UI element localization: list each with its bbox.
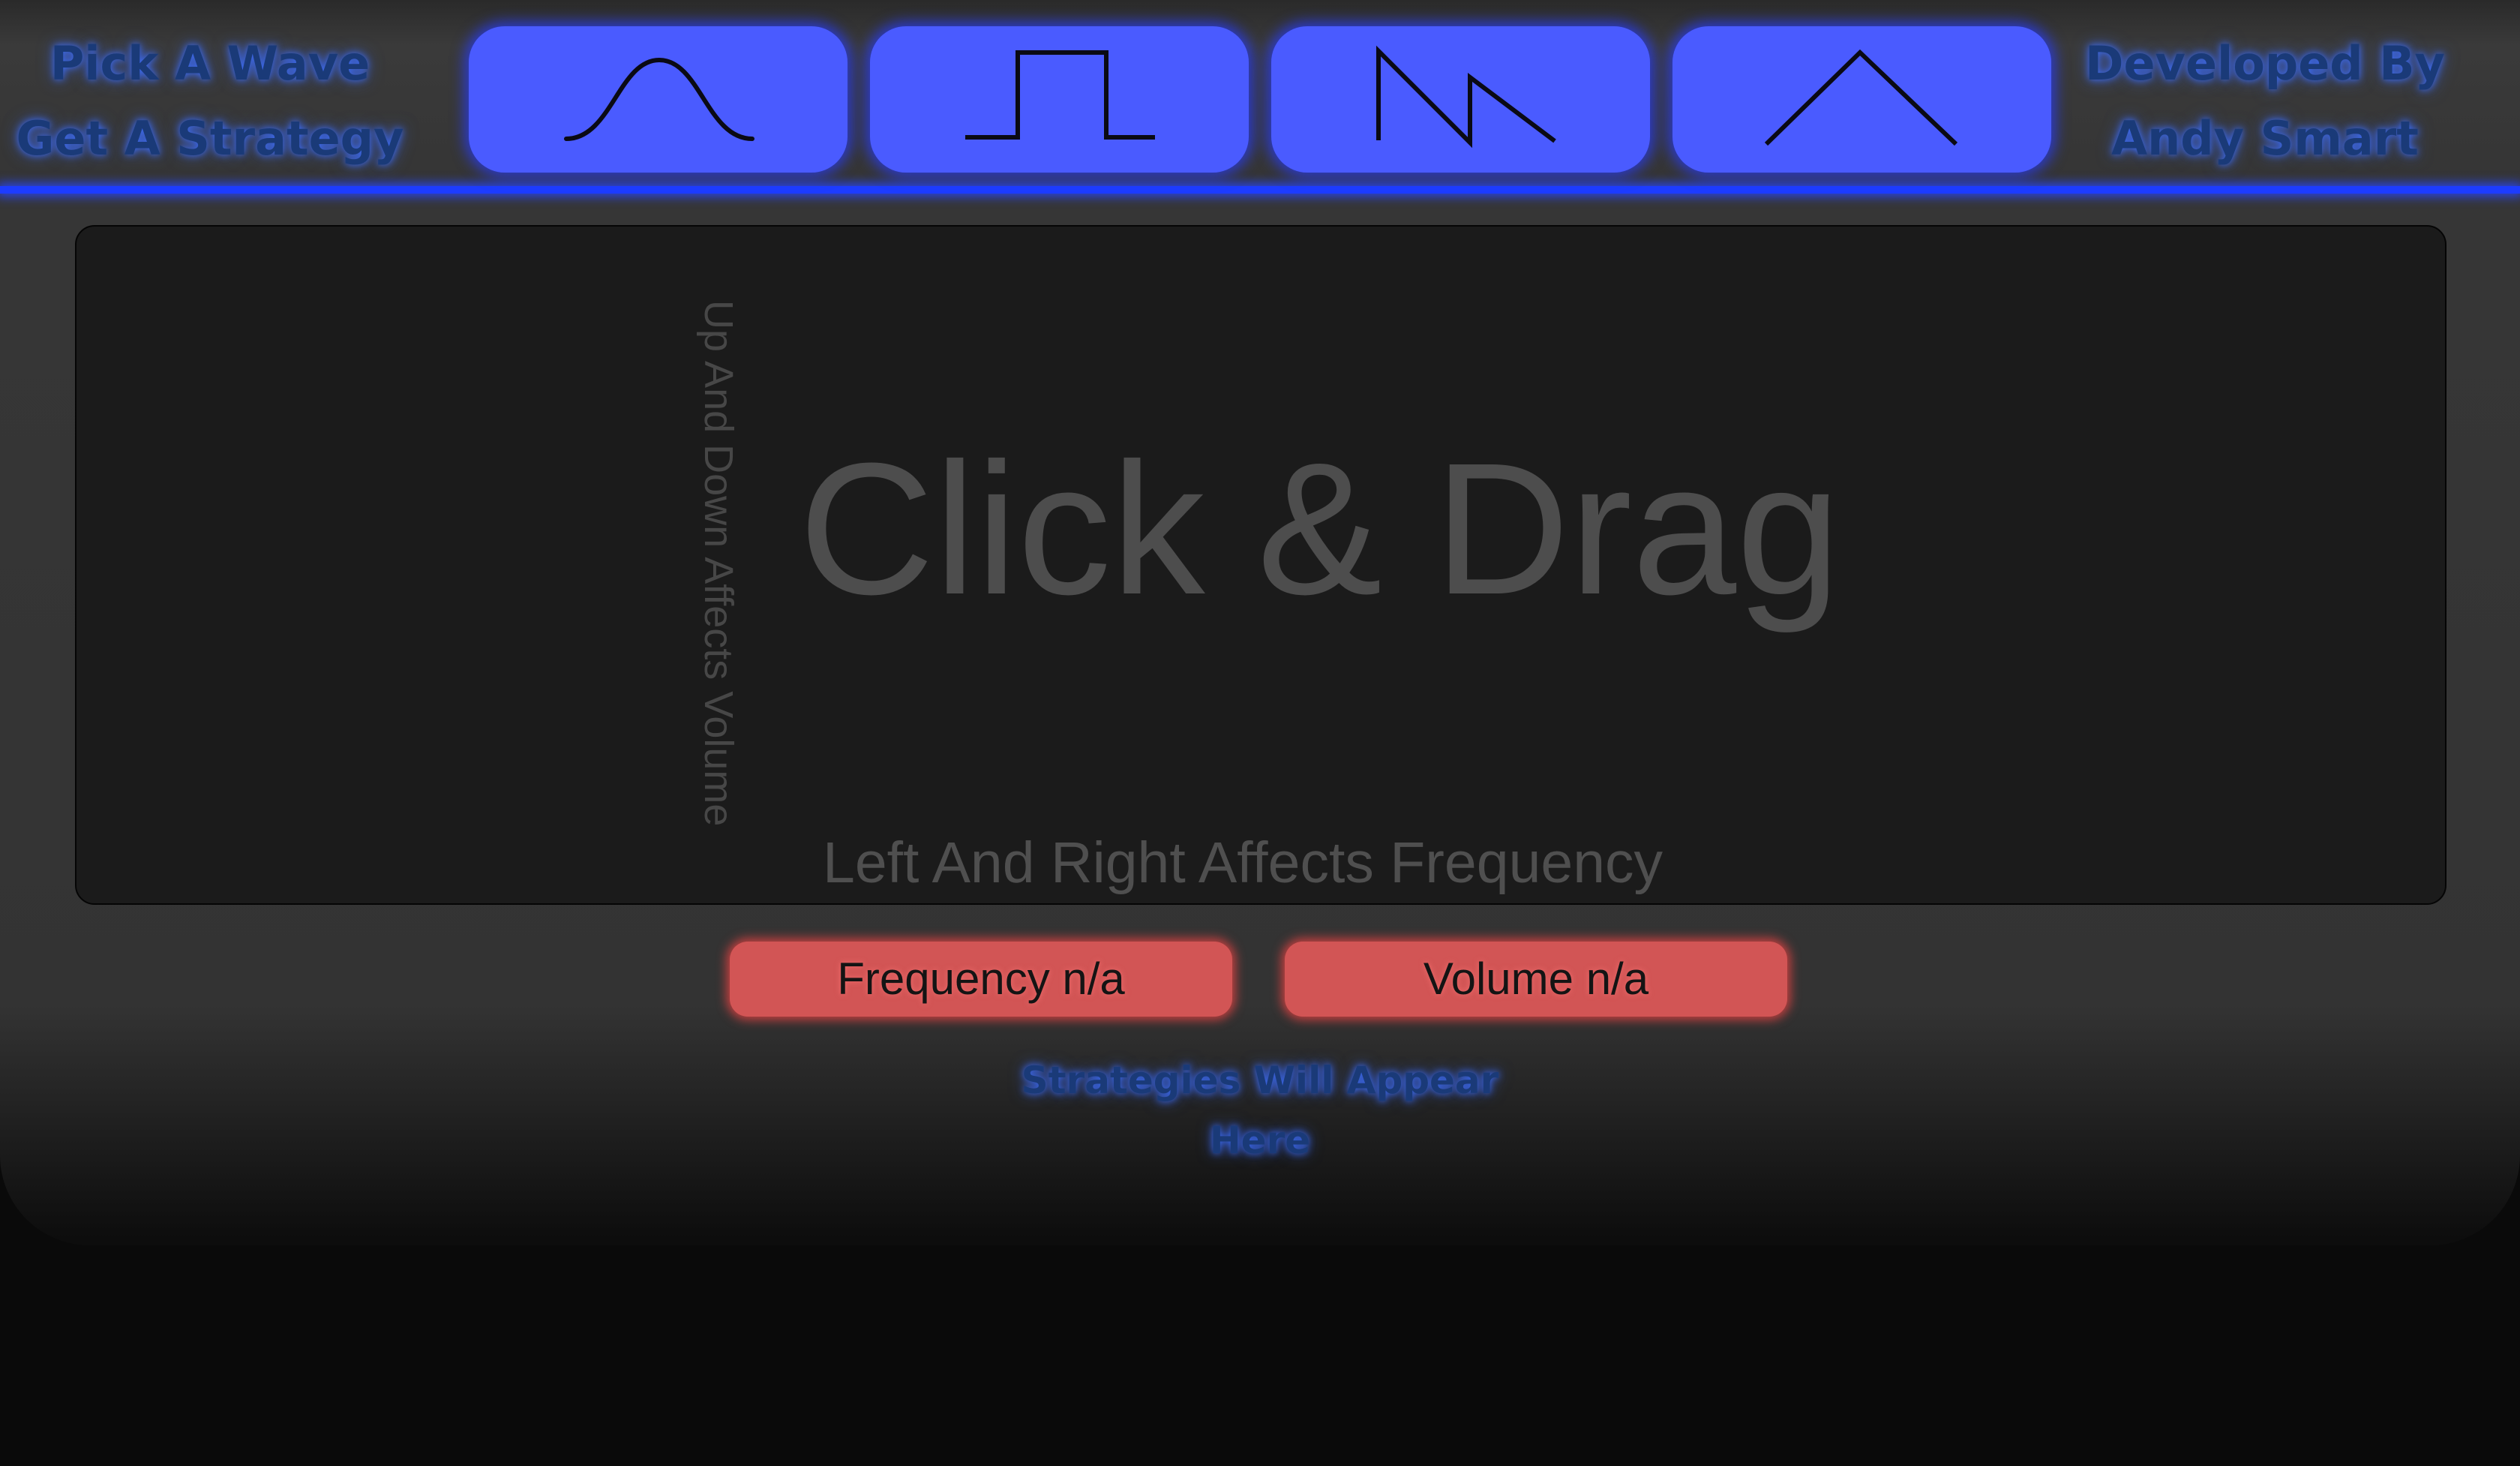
triangle-wave-button[interactable] (1672, 26, 2051, 173)
developer-name: Andy Smart (2111, 111, 2419, 166)
sawtooth-wave-icon (1376, 45, 1556, 149)
pad-title: Click & Drag (799, 424, 1841, 633)
header-divider (0, 186, 2520, 194)
sawtooth-wave-button[interactable] (1271, 26, 1650, 173)
square-wave-icon (965, 50, 1155, 140)
volume-readout: Volume n/a (1285, 942, 1787, 1017)
frequency-readout: Frequency n/a (730, 942, 1232, 1017)
sine-wave-button[interactable] (469, 26, 848, 173)
developed-by-label: Developed By (2085, 36, 2445, 91)
sine-wave-icon (564, 57, 754, 141)
square-wave-button[interactable] (870, 26, 1249, 173)
triangle-wave-icon (1764, 49, 1958, 146)
volume-axis-hint: Up And Down Affects Volume (696, 300, 741, 827)
header-right-text: Developed By Andy Smart (2078, 26, 2452, 176)
pick-a-wave-label: Pick A Wave (50, 36, 370, 91)
app-window: Pick A Wave Get A Strategy Developed By … (0, 0, 2520, 1245)
get-a-strategy-label: Get A Strategy (16, 111, 404, 166)
frequency-axis-hint: Left And Right Affects Frequency (823, 831, 1664, 895)
header-left-text: Pick A Wave Get A Strategy (15, 26, 405, 176)
strategy-text: Strategies Will Appear Here (1021, 1059, 1499, 1162)
